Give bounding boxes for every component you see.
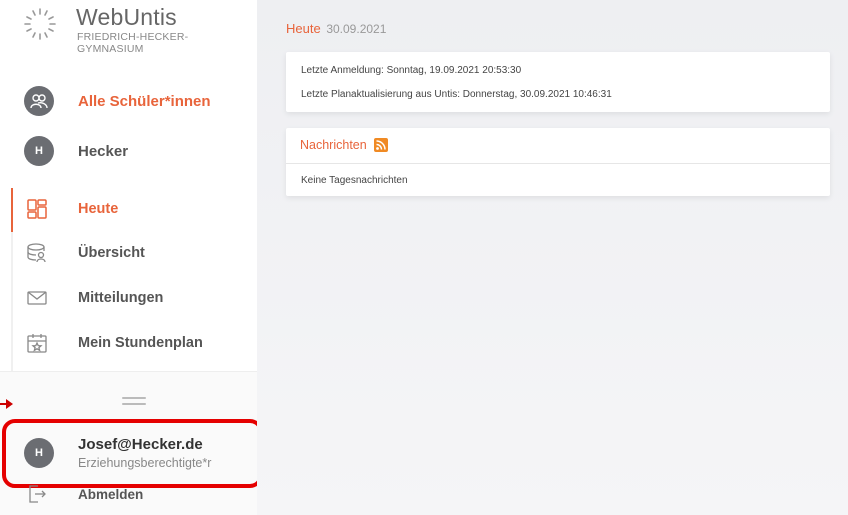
nav-item-uebersicht[interactable]: Übersicht (26, 242, 145, 264)
dashboard-icon (26, 198, 48, 220)
news-card: Nachrichten Keine Tagesnachrichten (286, 128, 830, 196)
nav-item-heute-label: Heute (78, 201, 119, 217)
logout-button[interactable]: Abmelden (26, 483, 143, 505)
drawer-handle-icon[interactable] (122, 397, 146, 409)
avatar: H (24, 136, 54, 166)
profile-hecker[interactable]: H Hecker (24, 136, 128, 166)
profile-hecker-label: Hecker (78, 142, 129, 160)
highlight-box (2, 419, 263, 488)
envelope-icon (26, 287, 48, 309)
webuntis-logo-icon (22, 6, 58, 47)
nav-item-stundenplan-label: Mein Stundenplan (78, 335, 203, 351)
nav-item-uebersicht-label: Übersicht (78, 245, 145, 261)
page-date: 30.09.2021 (326, 22, 387, 36)
nav-item-stundenplan[interactable]: Mein Stundenplan (26, 332, 203, 354)
students-icon (24, 86, 54, 116)
login-info-card: Letzte Anmeldung: Sonntag, 19.09.2021 20… (286, 52, 830, 112)
app-window: WebUntis FRIEDRICH-HECKER- GYMNASIUM All… (0, 0, 848, 515)
nav-item-mitteilungen[interactable]: Mitteilungen (26, 287, 163, 309)
page-title: Heute 30.09.2021 (286, 21, 386, 36)
school-name-line1: FRIEDRICH-HECKER- (77, 31, 189, 43)
calendar-icon (26, 332, 48, 354)
nav-item-mitteilungen-label: Mitteilungen (78, 290, 164, 306)
rss-icon[interactable] (374, 138, 388, 152)
annotation-arrow-icon (6, 399, 13, 409)
profile-all-students-label: Alle Schüler*innen (78, 92, 211, 110)
nav-indicator-track (11, 188, 13, 383)
last-update-text: Letzte Planaktualisierung aus Untis: Don… (301, 89, 612, 100)
overview-icon (26, 242, 48, 264)
sidebar: WebUntis FRIEDRICH-HECKER- GYMNASIUM All… (0, 0, 263, 515)
logout-label: Abmelden (78, 486, 144, 502)
logout-icon (26, 483, 48, 505)
main-content: Heute 30.09.2021 Letzte Anmeldung: Sonnt… (257, 0, 848, 515)
nav-item-heute[interactable]: Heute (26, 198, 118, 220)
news-empty-text: Keine Tagesnachrichten (301, 175, 408, 186)
last-login-text: Letzte Anmeldung: Sonntag, 19.09.2021 20… (301, 65, 522, 76)
nav-active-indicator (11, 188, 13, 232)
brand-title: WebUntis (76, 4, 177, 30)
news-title: Nachrichten (300, 138, 367, 152)
page-title-label: Heute (286, 21, 321, 36)
profile-all-students[interactable]: Alle Schüler*innen (24, 86, 211, 116)
school-name-line2: GYMNASIUM (77, 43, 144, 55)
news-card-header: Nachrichten (286, 128, 830, 164)
school-name: FRIEDRICH-HECKER- GYMNASIUM (77, 31, 188, 55)
